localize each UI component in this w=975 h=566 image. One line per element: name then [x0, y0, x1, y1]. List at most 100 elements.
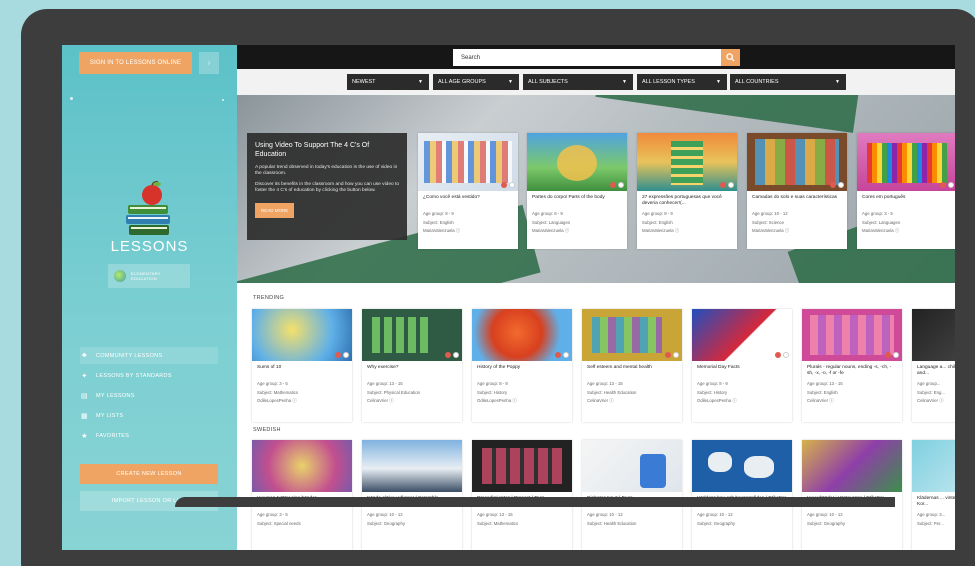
nav-community-lessons[interactable]: ♣ COMMUNITY LESSONS	[80, 347, 218, 364]
sidebar: SIGN IN TO LESSONS ONLINE › LESSONS ELEM…	[62, 45, 237, 550]
card-subject: Subject: Special needs	[257, 520, 301, 526]
card-age: Age group: 3 - 5	[257, 381, 288, 386]
nav-my-lists[interactable]: ▦ MY LISTS	[80, 407, 218, 424]
card-subject: Subject: Mathematics	[257, 389, 299, 395]
card-title: 27 expressões portuguesas que você dever…	[642, 195, 722, 206]
nav-lessons-by-standards[interactable]: ✦ LESSONS BY STANDARDS	[80, 367, 218, 384]
card-age: Age group: 10 - 12	[807, 512, 843, 517]
card-subject: Subject: Geography	[807, 520, 845, 526]
card-subject: Subject: Languages	[532, 219, 570, 225]
search-icon	[726, 53, 735, 62]
nav-label: COMMUNITY LESSONS	[96, 352, 163, 359]
lesson-card[interactable]: Diabetes typ 2 | Bugs Age group: 10 - 12…	[582, 440, 682, 550]
lesson-card[interactable]: Huvudstäder i Västeuropa | Etiketter Age…	[802, 440, 902, 550]
books-apple-icon	[126, 181, 170, 235]
card-subject: Subject: Languages	[862, 219, 900, 225]
lesson-thumbnail	[362, 440, 462, 492]
create-new-lesson-button[interactable]: CREATE NEW LESSON	[80, 464, 218, 484]
card-subject: Subject: English	[807, 389, 838, 395]
lesson-thumbnail	[582, 309, 682, 361]
hero-info-panel: Using Video To Support The 4 C's Of Educ…	[247, 133, 407, 240]
lesson-card[interactable]: Language a... children and... Age group.…	[912, 309, 955, 422]
nav-label: FAVORITES	[96, 432, 130, 439]
card-author: MariaValenzuela ⓘ	[752, 228, 790, 233]
card-author: CelinaVrier ⓘ	[367, 398, 394, 403]
lesson-thumbnail	[912, 309, 955, 361]
card-subject: Subject: Geography	[367, 520, 405, 526]
chevron-down-icon: ▼	[508, 79, 513, 85]
search-button[interactable]	[721, 49, 740, 66]
card-age: Age group: 10 - 12	[367, 512, 403, 517]
subject-dropdown[interactable]: ALL SUBJECTS ▼	[523, 74, 633, 90]
lesson-card[interactable]: Plurals - regular nouns, ending -s, -ch,…	[802, 309, 902, 422]
country-dropdown[interactable]: ALL COUNTRIES ▼	[730, 74, 846, 90]
lesson-card[interactable]: Partes do corpo/ Parts of the body Age g…	[527, 133, 627, 249]
card-subject: Subject: English	[642, 219, 673, 225]
lesson-card[interactable]: Camadas do solo e suas características A…	[747, 133, 847, 249]
card-title: Camadas do solo e suas características	[752, 195, 838, 200]
list-icon: ▦	[81, 412, 88, 420]
nav-label: LESSONS BY STANDARDS	[96, 372, 172, 379]
card-age: Age group: 3...	[917, 512, 946, 517]
card-title: Why exercise?	[367, 365, 399, 370]
trending-heading: TRENDING	[253, 295, 285, 301]
lesson-thumbnail	[362, 309, 462, 361]
sidebar-title: LESSONS	[110, 238, 189, 255]
filter-label: ALL LESSON TYPES	[642, 79, 695, 85]
sparkle	[70, 97, 73, 100]
lesson-card[interactable]: Klädernas ... vinter? | Kor... Age group…	[912, 440, 955, 550]
card-title: Cores em português	[862, 195, 906, 200]
nav-favorites[interactable]: ★ FAVORITES	[80, 427, 218, 444]
age-group-dropdown[interactable]: ALL AGE GROUPS ▼	[433, 74, 519, 90]
lesson-thumbnail	[582, 440, 682, 492]
lesson-thumbnail	[747, 133, 847, 191]
sign-in-button[interactable]: SIGN IN TO LESSONS ONLINE	[79, 52, 192, 74]
filter-label: ALL COUNTRIES	[735, 79, 779, 85]
lesson-card[interactable]: 27 expressões portuguesas que você dever…	[637, 133, 737, 249]
card-age: Age group: 13 - 15	[807, 381, 843, 386]
search-input[interactable]: Search	[453, 49, 721, 66]
card-age: Age group: 13 - 15	[587, 381, 623, 386]
card-author: OdileLopesPenha ⓘ	[477, 398, 517, 403]
card-age: Age group...	[917, 381, 941, 386]
card-author: CelinaVrier ⓘ	[917, 398, 944, 403]
lesson-thumbnail	[252, 440, 352, 492]
card-age: Age group: 8 - 9	[532, 211, 563, 216]
card-age: Age group: 3 - 5	[257, 512, 288, 517]
lesson-thumbnail	[857, 133, 955, 191]
card-age: Age group: 10 - 12	[752, 211, 788, 216]
lesson-card[interactable]: Cores em português Age group: 3 - 5 Subj…	[857, 133, 955, 249]
lesson-thumbnail	[802, 309, 902, 361]
collapse-sidebar-button[interactable]: ›	[199, 52, 219, 74]
lesson-thumbnail	[692, 440, 792, 492]
lesson-card[interactable]: ¿Como você está vestido? Age group: 8 - …	[418, 133, 518, 249]
hero-description: Discover its benefits in the classroom a…	[255, 182, 399, 193]
read-more-button[interactable]: READ MORE	[255, 203, 295, 218]
lesson-card[interactable]: Memorial Day Facts Age group: 8 - 9 Subj…	[692, 309, 792, 422]
sort-dropdown[interactable]: NEWEST ▼	[347, 74, 429, 90]
lesson-card[interactable]: Världens hav och havsområden | Etiketter…	[692, 440, 792, 550]
lesson-card[interactable]: Hur man tvättar sina händer Age group: 3…	[252, 440, 352, 550]
lesson-card[interactable]: Sums of 10 Age group: 3 - 5 Subject: Mat…	[252, 309, 352, 422]
chevron-down-icon: ▼	[716, 79, 721, 85]
lesson-card[interactable]: Self esteem and mental health Age group:…	[582, 309, 682, 422]
card-subject: Subject: Geography	[697, 520, 735, 526]
device-bezel-corner	[175, 497, 895, 507]
card-subject: Subject: Physical Education	[367, 389, 421, 395]
card-author: OdileLopesPenha ⓘ	[257, 398, 297, 403]
lesson-card[interactable]: Kända aktiva vulkaner | Scramble Age gro…	[362, 440, 462, 550]
nav-my-lessons[interactable]: ▤ MY LESSONS	[80, 387, 218, 404]
card-author: MariaValenzuela ⓘ	[532, 228, 570, 233]
card-title: Plurals - regular nouns, ending -s, -ch,…	[807, 365, 892, 376]
lesson-card[interactable]: Why exercise? Age group: 13 - 15 Subject…	[362, 309, 462, 422]
nav-label: MY LISTS	[96, 412, 124, 419]
chevron-down-icon: ▼	[418, 79, 423, 85]
card-author: CelinaVrier ⓘ	[587, 398, 614, 403]
lesson-thumbnail	[802, 440, 902, 492]
card-subject: Subject: Health Education	[587, 389, 637, 395]
card-age: Age group: 10 - 12	[697, 512, 733, 517]
lesson-card[interactable]: Procedimientos | Procent | Tags Age grou…	[472, 440, 572, 550]
category-badge[interactable]: ELEMENTARY EDUCATION	[108, 264, 190, 288]
lesson-card[interactable]: History of the Poppy Age group: 8 - 9 Su…	[472, 309, 572, 422]
lesson-type-dropdown[interactable]: ALL LESSON TYPES ▼	[637, 74, 727, 90]
